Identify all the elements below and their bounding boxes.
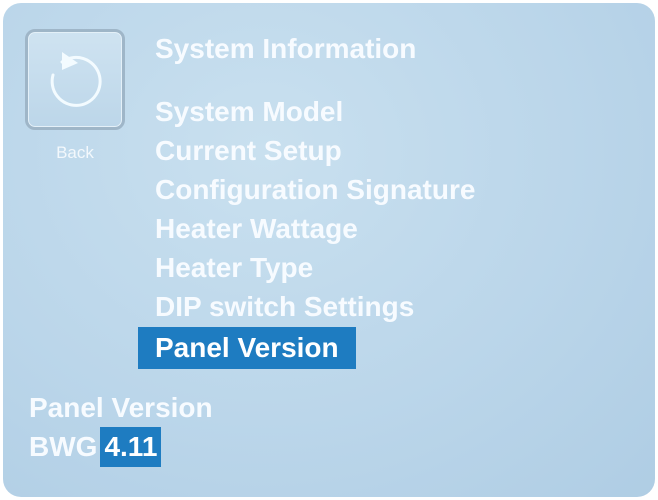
detail-prefix: BWG [29,431,98,462]
undo-arrow-icon [50,52,102,107]
menu-item-current-setup[interactable]: Current Setup [138,132,475,171]
info-menu: System Model Current Setup Configuration… [138,93,475,369]
detail-label: Panel Version [29,392,213,423]
menu-item-configuration-signature[interactable]: Configuration Signature [138,171,475,210]
menu-item-heater-type[interactable]: Heater Type [138,249,475,288]
back-button[interactable] [25,29,125,130]
menu-item-system-model[interactable]: System Model [138,93,475,132]
menu-item-dip-switch-settings[interactable]: DIP switch Settings [138,288,475,327]
version-value: 4.11 [100,427,162,467]
detail-value-row: BWG 4.11 [29,427,162,467]
page-title: System Information [155,33,417,64]
menu-item-heater-wattage[interactable]: Heater Wattage [138,210,475,249]
system-info-screen: Back System Information System Model Cur… [3,3,655,497]
menu-item-panel-version[interactable]: Panel Version [138,327,356,369]
back-label: Back [56,143,94,162]
